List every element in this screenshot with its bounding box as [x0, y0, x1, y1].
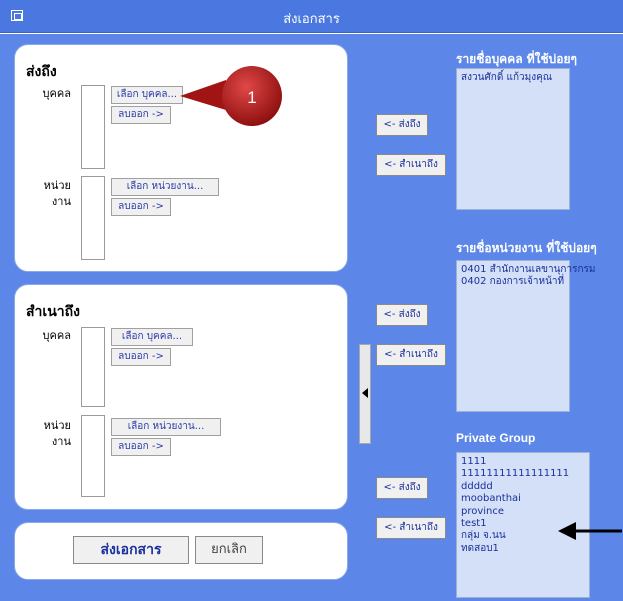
pointer-arrow [558, 522, 622, 540]
list-item[interactable]: 0402 กองการเจ้าหน้าที่ [461, 276, 565, 288]
action-panel: ส่งเอกสาร ยกเลิก [14, 522, 348, 580]
callout-pointer [180, 80, 226, 110]
send-to-from-units-button[interactable]: <- ส่งถึง [376, 304, 428, 326]
send-to-heading: ส่งถึง [26, 64, 57, 80]
copy-to-remove-unit-button[interactable]: ลบออก -> [111, 438, 171, 456]
list-item[interactable]: สงวนศักดิ์ แก้วมุงคุณ [461, 72, 565, 84]
send-to-person-label: บุคคล [42, 87, 71, 100]
list-item[interactable]: 11111111111111111 [461, 468, 585, 480]
list-item[interactable]: 0401 สำนักงานเลขานุการกรม [461, 264, 595, 276]
copy-to-select-unit-button[interactable]: เลือก หน่วยงาน... [111, 418, 221, 436]
triangle-left-icon[interactable] [362, 388, 368, 398]
panel-splitter[interactable] [359, 344, 371, 444]
frequent-people-header: รายชื่อบุคคล ที่ใช้บ่อยๆ [456, 52, 577, 66]
window-title: ส่งเอกสาร [283, 12, 340, 27]
copy-to-select-person-button[interactable]: เลือก บุคคล... [111, 328, 193, 346]
copy-to-person-label: บุคคล [42, 329, 71, 342]
send-to-remove-unit-button[interactable]: ลบออก -> [111, 198, 171, 216]
cancel-button[interactable]: ยกเลิก [195, 536, 263, 564]
arrow-head-icon [558, 522, 576, 540]
list-item[interactable]: ทดสอบ1 [461, 543, 585, 555]
send-document-button-label: ส่งเอกสาร [100, 542, 162, 558]
send-to-person-list[interactable] [81, 85, 105, 169]
send-document-button[interactable]: ส่งเอกสาร [73, 536, 189, 564]
copy-to-panel: สำเนาถึง บุคคล เลือก บุคคล... ลบออก -> ห… [14, 284, 348, 510]
cancel-button-label: ยกเลิก [211, 542, 247, 557]
list-item[interactable]: moobanthai [461, 493, 585, 505]
list-item[interactable]: 1111 [461, 456, 585, 468]
list-item[interactable]: ddddd [461, 481, 585, 493]
copy-to-unit-label-line2: งาน [51, 435, 71, 448]
copy-to-unit-label: หน่วย งาน [23, 418, 71, 450]
copy-to-unit-list[interactable] [81, 415, 105, 497]
private-group-header: Private Group [456, 431, 536, 445]
send-to-unit-label: หน่วย งาน [23, 178, 71, 210]
send-to-from-group-button[interactable]: <- ส่งถึง [376, 477, 428, 499]
copy-to-unit-label-line1: หน่วย [43, 419, 71, 432]
send-to-unit-list[interactable] [81, 176, 105, 260]
callout-number: 1 [247, 88, 256, 107]
copy-to-from-units-button[interactable]: <- สำเนาถึง [376, 344, 446, 366]
frequent-units-list[interactable]: 0401 สำนักงานเลขานุการกรม 0402 กองการเจ้… [456, 260, 595, 412]
callout-marker: 1 [180, 66, 282, 126]
frequent-people-list[interactable]: สงวนศักดิ์ แก้วมุงคุณ [456, 68, 570, 210]
copy-to-from-people-button[interactable]: <- สำเนาถึง [376, 154, 446, 176]
send-to-select-person-button[interactable]: เลือก บุคคล... [111, 86, 183, 104]
copy-to-from-group-button[interactable]: <- สำเนาถึง [376, 517, 446, 539]
send-to-unit-label-line1: หน่วย [43, 179, 71, 192]
send-to-select-unit-button[interactable]: เลือก หน่วยงาน... [111, 178, 219, 196]
title-bar: ส่งเอกสาร [0, 0, 623, 33]
send-to-unit-label-line2: งาน [51, 195, 71, 208]
main-area: ส่งถึง บุคคล เลือก บุคคล... ลบออก -> หน่… [0, 34, 623, 601]
copy-to-person-list[interactable] [81, 327, 105, 407]
frequent-units-header: รายชื่อหน่วยงาน ที่ใช้บ่อยๆ [456, 241, 597, 255]
copy-to-heading: สำเนาถึง [26, 304, 80, 320]
copy-to-remove-person-button[interactable]: ลบออก -> [111, 348, 171, 366]
list-item[interactable]: province [461, 506, 585, 518]
send-to-from-people-button[interactable]: <- ส่งถึง [376, 114, 428, 136]
send-to-remove-person-button[interactable]: ลบออก -> [111, 106, 171, 124]
